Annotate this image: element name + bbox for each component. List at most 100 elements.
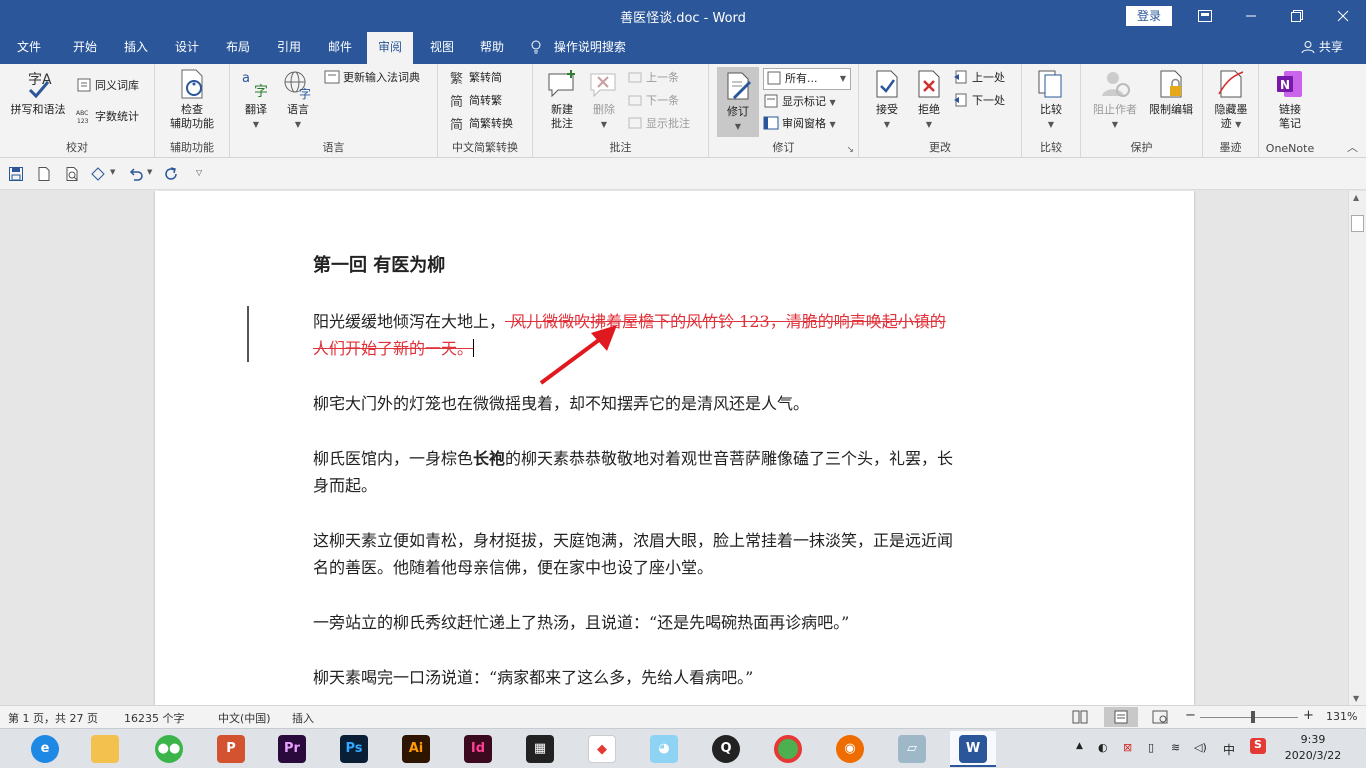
tell-me-search[interactable]: 操作说明搜索: [530, 32, 650, 64]
taskbar-word[interactable]: W: [950, 731, 996, 767]
tab-home[interactable]: 开始: [62, 32, 108, 64]
accept-button[interactable]: 接受 ▼: [867, 68, 907, 132]
paragraph-2[interactable]: 柳宅大门外的灯笼也在微微摇曳着，却不知摆弄它的是清风还是人气。: [313, 390, 1043, 417]
track-changes-button[interactable]: 修订 ▼: [717, 67, 759, 137]
tab-layout[interactable]: 布局: [215, 32, 261, 64]
touch-mode-icon[interactable]: [90, 166, 106, 182]
tab-mailings[interactable]: 邮件: [317, 32, 363, 64]
tab-insert[interactable]: 插入: [113, 32, 159, 64]
page-count[interactable]: 第 1 页，共 27 页: [8, 710, 98, 726]
taskbar-wechat[interactable]: ●●: [146, 731, 192, 767]
tab-review[interactable]: 审阅: [367, 32, 413, 64]
linked-notes-button[interactable]: N 链接 笔记: [1265, 68, 1315, 131]
new-document-icon[interactable]: [36, 166, 52, 182]
thesaurus-button[interactable]: 同义词库: [76, 76, 139, 96]
clock[interactable]: 9:39 2020/3/22: [1283, 732, 1343, 764]
restrict-editing-button[interactable]: 限制编辑: [1143, 68, 1199, 117]
check-accessibility-button[interactable]: 检查 辅助功能: [163, 68, 221, 131]
save-icon[interactable]: [8, 166, 24, 182]
login-button[interactable]: 登录: [1126, 6, 1172, 26]
taskbar-app-5[interactable]: ▱: [889, 731, 935, 767]
scroll-down-icon[interactable]: ▼: [1353, 694, 1359, 703]
tab-design[interactable]: 设计: [164, 32, 210, 64]
delete-comment-button[interactable]: 删除 ▼: [585, 68, 623, 132]
spelling-grammar-button[interactable]: 字A 拼写和语法: [6, 68, 70, 117]
taskbar-file-explorer[interactable]: [82, 731, 128, 767]
tray-volume-icon[interactable]: ◁): [1194, 741, 1207, 754]
ribbon-display-options-icon[interactable]: [1182, 0, 1228, 32]
tab-file[interactable]: 文件: [6, 32, 52, 64]
taskbar-photoshop[interactable]: Ps: [331, 731, 377, 767]
next-comment-button[interactable]: 下一条: [627, 91, 679, 111]
tray-expand-icon[interactable]: ▲: [1076, 741, 1083, 751]
tray-qq-icon[interactable]: ◐: [1098, 741, 1108, 754]
sogou-ime-icon[interactable]: S: [1250, 738, 1266, 754]
touch-mode-dropdown-icon[interactable]: ▼: [110, 168, 115, 176]
taskbar-premiere[interactable]: Pr: [269, 731, 315, 767]
paragraph-1[interactable]: 阳光缓缓地倾泻在大地上， 风儿微微吹拂着屋檐下的风竹铃 123，清脆的响声唤起小…: [313, 308, 1043, 362]
paragraph-3[interactable]: 柳氏医馆内，一身棕色长袍的柳天素恭恭敬敬地对着观世音菩萨雕像磕了三个头，礼罢，长…: [313, 445, 1043, 499]
taskbar-qq[interactable]: Q: [703, 731, 749, 767]
compare-button[interactable]: 比较 ▼: [1030, 68, 1072, 132]
zoom-level[interactable]: 131%: [1326, 710, 1357, 723]
new-comment-button[interactable]: 新建 批注: [541, 68, 583, 131]
tab-references[interactable]: 引用: [266, 32, 312, 64]
show-comments-button[interactable]: 显示批注: [627, 114, 690, 134]
word-count-button[interactable]: ABC 123 字数统计: [76, 107, 139, 127]
markup-select[interactable]: 所有... ▼: [763, 68, 851, 90]
scroll-up-icon[interactable]: ▲: [1353, 193, 1359, 202]
taskbar-app-4[interactable]: ◉: [827, 731, 873, 767]
paragraph-6[interactable]: 柳天素喝完一口汤说道：“病家都来了这么多，先给人看病吧。”: [313, 664, 1043, 691]
read-mode-icon[interactable]: [1072, 710, 1088, 724]
share-button[interactable]: 共享: [1294, 32, 1350, 64]
taskbar-chrome[interactable]: [765, 731, 811, 767]
redo-icon[interactable]: [164, 166, 180, 182]
word-count[interactable]: 16235 个字: [124, 710, 185, 726]
undo-dropdown-icon[interactable]: ▼: [147, 168, 152, 176]
collapse-ribbon-icon[interactable]: ︿: [1347, 139, 1358, 155]
show-markup-button[interactable]: 显示标记 ▼: [763, 92, 836, 112]
close-icon[interactable]: [1320, 0, 1366, 32]
insert-mode[interactable]: 插入: [292, 710, 314, 726]
chinese-convert-button[interactable]: 简简繁转换: [450, 114, 513, 134]
taskbar-app-3[interactable]: ◕: [641, 731, 687, 767]
previous-change-button[interactable]: 上一处: [953, 68, 1005, 88]
restore-icon[interactable]: [1274, 0, 1320, 32]
web-layout-icon[interactable]: [1152, 710, 1168, 724]
scroll-thumb[interactable]: [1351, 215, 1364, 232]
tracking-dialog-launcher-icon[interactable]: ↘: [846, 145, 854, 155]
reviewing-pane-button[interactable]: 审阅窗格 ▼: [763, 114, 836, 134]
customize-qat-icon[interactable]: ▽: [196, 168, 202, 177]
zoom-slider[interactable]: [1200, 717, 1298, 718]
taskbar-indesign[interactable]: Id: [455, 731, 501, 767]
block-authors-button[interactable]: 阻止作者 ▼: [1087, 68, 1143, 132]
paragraph-5[interactable]: 一旁站立的柳氏秀纹赶忙递上了热汤，且说道：“还是先喝碗热面再诊病吧。”: [313, 609, 1043, 636]
next-change-button[interactable]: 下一处: [953, 91, 1005, 111]
language-status[interactable]: 中文(中国): [218, 710, 271, 726]
tray-battery-icon[interactable]: ▯: [1148, 741, 1154, 754]
zoom-in-icon[interactable]: +: [1303, 708, 1314, 723]
tray-wifi-icon[interactable]: ≋: [1171, 741, 1180, 754]
taskbar-app-2[interactable]: ◆: [579, 731, 625, 767]
tab-help[interactable]: 帮助: [469, 32, 515, 64]
zoom-slider-thumb[interactable]: [1251, 711, 1255, 723]
translate-button[interactable]: a字 翻译 ▼: [238, 68, 274, 132]
print-layout-button[interactable]: [1104, 707, 1138, 727]
zoom-out-icon[interactable]: −: [1185, 708, 1196, 723]
undo-icon[interactable]: [128, 166, 144, 182]
print-preview-icon[interactable]: [64, 166, 80, 182]
minimize-icon[interactable]: [1228, 0, 1274, 32]
hide-ink-button[interactable]: 隐藏墨 迹 ▼: [1207, 68, 1255, 132]
taskbar-powerpoint[interactable]: P: [208, 731, 254, 767]
traditional-to-simplified-button[interactable]: 繁繁转简: [450, 68, 502, 88]
reject-button[interactable]: 拒绝 ▼: [909, 68, 949, 132]
tray-network-warning-icon[interactable]: ⊠: [1123, 741, 1132, 754]
tray-ime-indicator[interactable]: 中: [1223, 741, 1235, 758]
paragraph-4[interactable]: 这柳天素立便如青松，身材挺拔，天庭饱满，浓眉大眼，脸上常挂着一抹淡笑，正是远近闻…: [313, 527, 1043, 581]
taskbar-illustrator[interactable]: Ai: [393, 731, 439, 767]
update-ime-button[interactable]: 更新输入法词典: [324, 68, 420, 88]
taskbar-video-editor[interactable]: ▦: [517, 731, 563, 767]
document-page[interactable]: 第一回 有医为柳 阳光缓缓地倾泻在大地上， 风儿微微吹拂着屋檐下的风竹铃 123…: [155, 191, 1194, 705]
taskbar-browser[interactable]: e: [22, 731, 68, 767]
vertical-scrollbar[interactable]: ▲ ▼: [1348, 191, 1366, 705]
